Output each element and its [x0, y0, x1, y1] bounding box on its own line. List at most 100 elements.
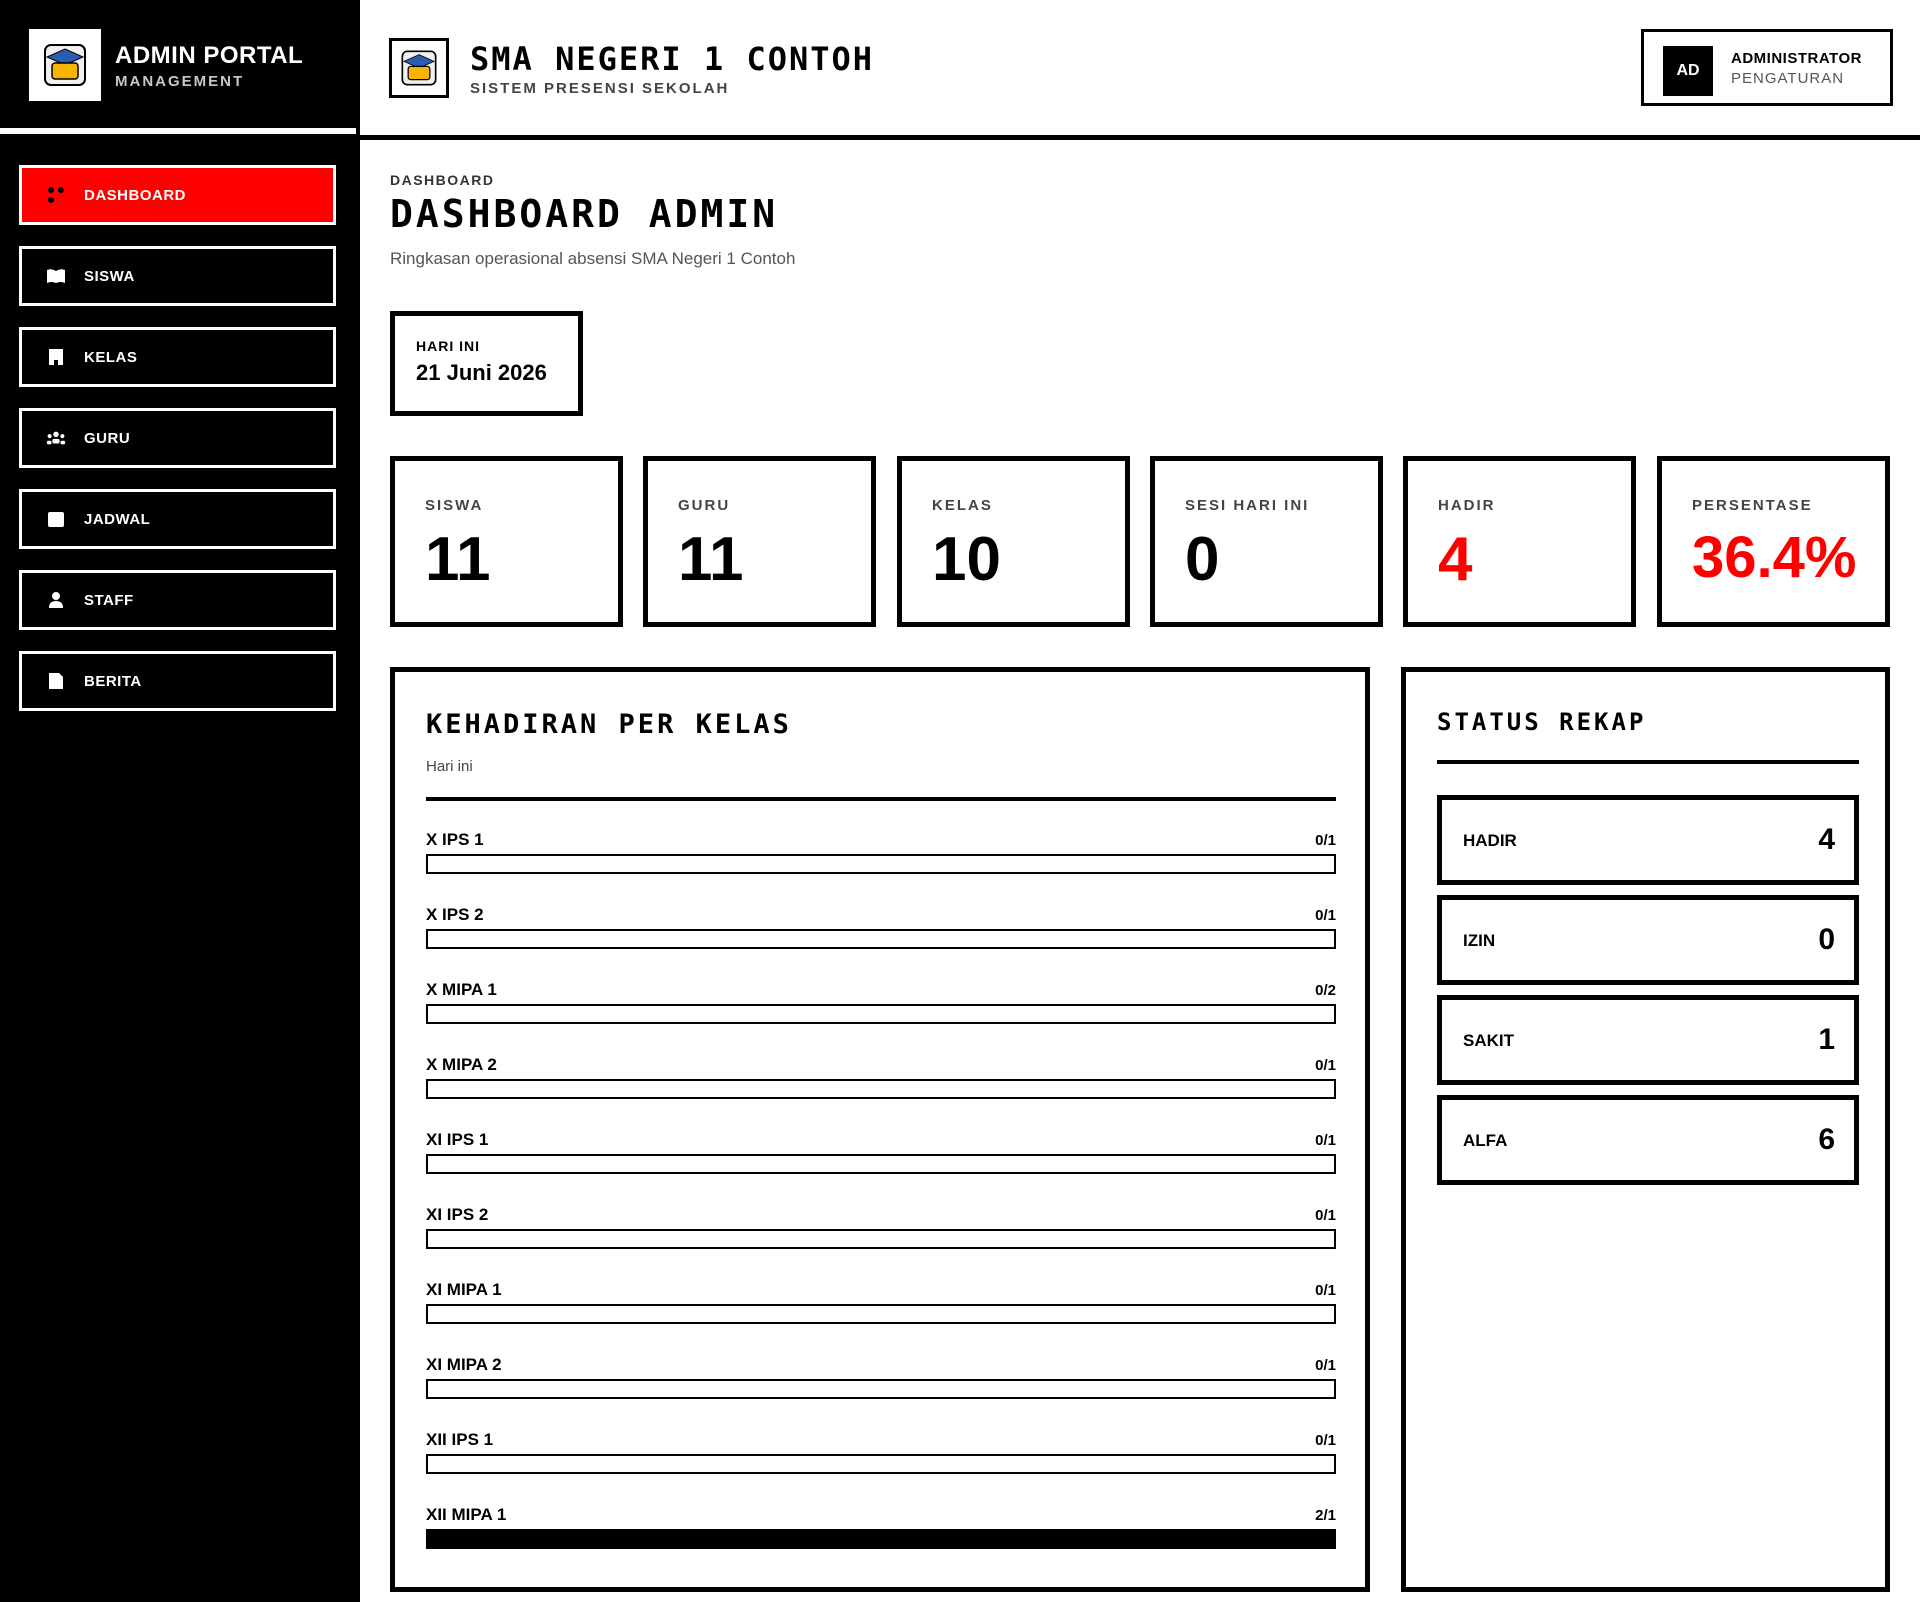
attendance-bar — [426, 1154, 1336, 1174]
today-label: HARI INI — [416, 338, 480, 354]
sidebar-item-label: GURU — [84, 429, 131, 447]
class-row: XII IPS 1 0/1 — [426, 1430, 1336, 1505]
sidebar-item-label: STAFF — [84, 591, 134, 609]
building-icon — [46, 347, 66, 367]
stat-card-kelas: KELAS 10 — [897, 456, 1130, 627]
class-count: 0/1 — [1315, 1207, 1336, 1224]
stat-label: SISWA — [425, 497, 484, 514]
divider — [426, 797, 1336, 801]
kehadiran-title: KEHADIRAN PER KELAS — [426, 709, 792, 740]
top-header: SMA NEGERI 1 CONTOH SISTEM PRESENSI SEKO… — [360, 0, 1920, 140]
brand-subtitle: MANAGEMENT — [115, 73, 245, 90]
stat-card-siswa: SISWA 11 — [390, 456, 623, 627]
class-name: X MIPA 1 — [426, 980, 497, 999]
user-menu[interactable]: AD ADMINISTRATOR PENGATURAN — [1641, 29, 1893, 106]
stats-row: SISWA 11 GURU 11 KELAS 10 SESI HARI INI … — [390, 456, 1890, 627]
dashboard-icon — [46, 185, 66, 205]
class-row: X IPS 2 0/1 — [426, 905, 1336, 980]
class-count: 0/1 — [1315, 1432, 1336, 1449]
school-logo-icon — [29, 29, 101, 101]
stat-value: 4 — [1438, 525, 1473, 594]
stat-card-persentase: PERSENTASE 36.4% — [1657, 456, 1890, 627]
attendance-bar — [426, 1379, 1336, 1399]
class-attendance-list: X IPS 1 0/1 X IPS 2 0/1 X MIPA 1 0/2 X MIPA 2 0… — [426, 830, 1336, 1580]
class-row: X MIPA 2 0/1 — [426, 1055, 1336, 1130]
class-name: XI MIPA 2 — [426, 1355, 502, 1374]
class-row: XI IPS 2 0/1 — [426, 1205, 1336, 1280]
class-count: 0/2 — [1315, 982, 1336, 999]
attendance-bar — [426, 929, 1336, 949]
stat-card-hadir: HADIR 4 — [1403, 456, 1636, 627]
rekap-value: 6 — [1818, 1123, 1835, 1156]
class-name: X IPS 2 — [426, 905, 484, 924]
class-name: XII MIPA 1 — [426, 1505, 507, 1524]
page-title: DASHBOARD ADMIN — [390, 192, 779, 236]
class-name: X MIPA 2 — [426, 1055, 497, 1074]
class-name: XI IPS 2 — [426, 1205, 489, 1224]
sidebar-item-label: KELAS — [84, 348, 138, 366]
stat-value: 0 — [1185, 525, 1220, 594]
user-settings-link[interactable]: PENGATURAN — [1731, 70, 1844, 87]
sidebar-item-label: DASHBOARD — [84, 186, 186, 204]
divider — [1437, 760, 1859, 764]
rekap-value: 4 — [1818, 823, 1835, 856]
class-count: 0/1 — [1315, 907, 1336, 924]
attendance-bar — [426, 1079, 1336, 1099]
sidebar-item-dashboard[interactable]: DASHBOARD — [19, 165, 336, 225]
today-card: HARI INI 21 Juni 2026 — [390, 311, 583, 416]
class-count: 2/1 — [1315, 1507, 1336, 1524]
class-name: XII IPS 1 — [426, 1430, 494, 1449]
rekap-item-izin: IZIN 0 — [1437, 895, 1859, 985]
rekap-item-sakit: SAKIT 1 — [1437, 995, 1859, 1085]
sidebar-item-jadwal[interactable]: JADWAL — [19, 489, 336, 549]
rekap-value: 0 — [1818, 923, 1835, 956]
class-row: X IPS 1 0/1 — [426, 830, 1336, 905]
stat-label: GURU — [678, 497, 731, 514]
person-icon — [46, 590, 66, 610]
stat-label: SESI HARI INI — [1185, 497, 1310, 514]
sidebar-item-guru[interactable]: GURU — [19, 408, 336, 468]
group-icon — [46, 428, 66, 448]
attendance-bar — [426, 1454, 1336, 1474]
stat-label: KELAS — [932, 497, 993, 514]
rekap-list: HADIR 4 IZIN 0 SAKIT 1 ALFA 6 — [1437, 795, 1859, 1195]
class-name: XI IPS 1 — [426, 1130, 489, 1149]
school-name: SMA NEGERI 1 CONTOH — [470, 40, 875, 78]
class-name: XI MIPA 1 — [426, 1280, 502, 1299]
document-icon — [46, 671, 66, 691]
today-date: 21 Juni 2026 — [416, 360, 547, 385]
sidebar-item-berita[interactable]: BERITA — [19, 651, 336, 711]
sidebar-item-siswa[interactable]: SISWA — [19, 246, 336, 306]
attendance-bar — [426, 1004, 1336, 1024]
page-subtitle: Ringkasan operasional absensi SMA Negeri… — [390, 249, 796, 268]
sidebar-item-label: BERITA — [84, 672, 142, 690]
stat-label: PERSENTASE — [1692, 497, 1813, 514]
rekap-item-alfa: ALFA 6 — [1437, 1095, 1859, 1185]
attendance-bar-fill — [428, 1531, 1334, 1547]
kehadiran-panel: KEHADIRAN PER KELAS Hari ini X IPS 1 0/1 X… — [390, 667, 1370, 1592]
brand-title: ADMIN PORTAL — [115, 42, 304, 69]
rekap-item-hadir: HADIR 4 — [1437, 795, 1859, 885]
class-count: 0/1 — [1315, 1282, 1336, 1299]
class-name: X IPS 1 — [426, 830, 484, 849]
rekap-label: IZIN — [1463, 931, 1496, 950]
sidebar-item-kelas[interactable]: KELAS — [19, 327, 336, 387]
class-count: 0/1 — [1315, 1357, 1336, 1374]
class-row: XII MIPA 1 2/1 — [426, 1505, 1336, 1580]
stat-card-guru: GURU 11 — [643, 456, 876, 627]
class-row: XI MIPA 1 0/1 — [426, 1280, 1336, 1355]
sidebar-item-staff[interactable]: STAFF — [19, 570, 336, 630]
calendar-icon — [46, 509, 66, 529]
rekap-label: SAKIT — [1463, 1031, 1514, 1050]
stat-card-sesi: SESI HARI INI 0 — [1150, 456, 1383, 627]
attendance-bar — [426, 1229, 1336, 1249]
breadcrumb: DASHBOARD — [390, 172, 495, 188]
class-row: XI IPS 1 0/1 — [426, 1130, 1336, 1205]
book-icon — [46, 266, 66, 286]
school-logo-icon — [389, 38, 449, 98]
sidebar: ADMIN PORTAL MANAGEMENT DASHBOARD SISWA … — [0, 0, 360, 1602]
class-count: 0/1 — [1315, 1132, 1336, 1149]
rekap-label: HADIR — [1463, 831, 1517, 850]
class-row: X MIPA 1 0/2 — [426, 980, 1336, 1055]
rekap-label: ALFA — [1463, 1131, 1508, 1150]
